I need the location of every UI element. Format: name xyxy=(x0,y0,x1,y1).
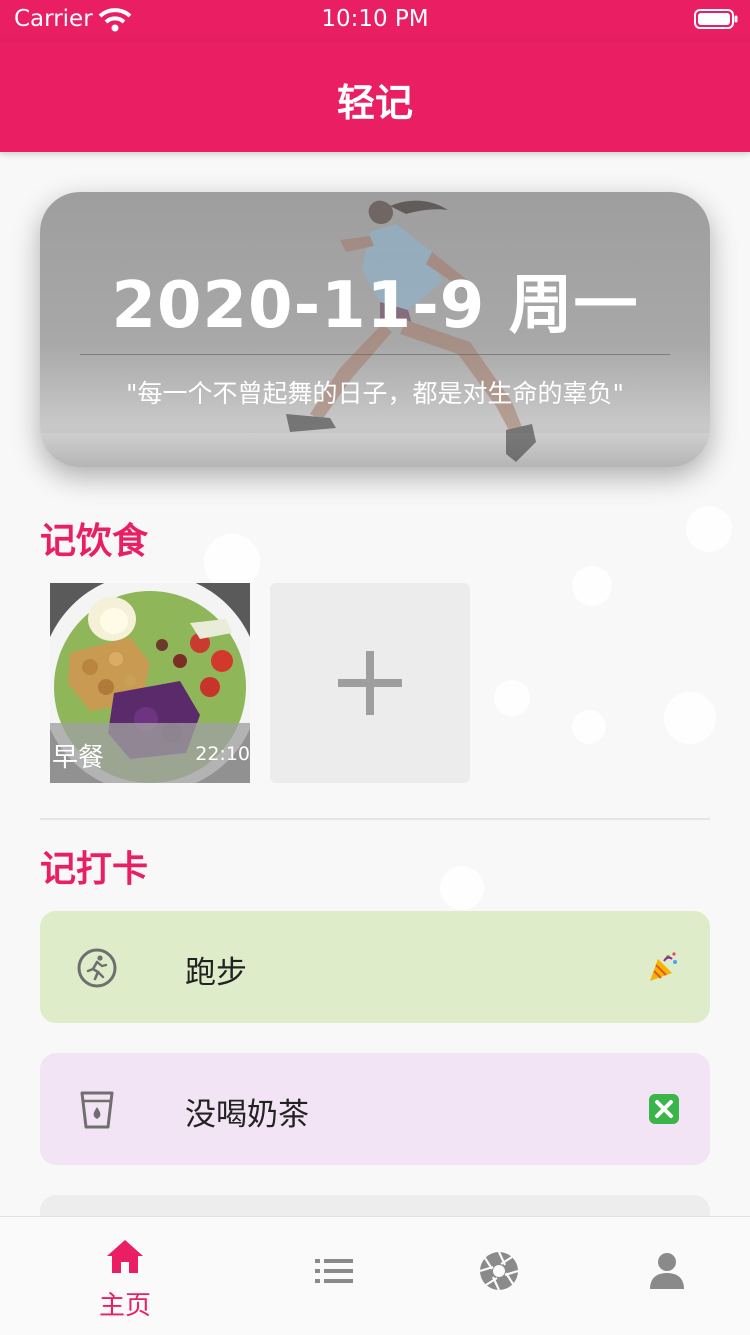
background-bubble xyxy=(686,506,732,552)
diet-section-title: 记饮食 xyxy=(40,521,149,562)
tab-bar: 主页 xyxy=(0,1216,750,1335)
tab-home-label: 主页 xyxy=(98,1291,151,1321)
camera-aperture-icon xyxy=(479,1251,519,1291)
background-bubble xyxy=(664,692,716,744)
battery-icon xyxy=(694,9,738,29)
person-icon xyxy=(650,1253,684,1289)
home-icon xyxy=(107,1240,143,1273)
tab-camera[interactable] xyxy=(416,1217,583,1335)
meal-card-breakfast[interactable]: 早餐 22:10 xyxy=(50,583,250,783)
tab-profile[interactable] xyxy=(583,1217,750,1335)
meal-time: 22:10 xyxy=(195,743,250,765)
section-divider xyxy=(40,818,710,820)
meal-name: 早餐 xyxy=(52,743,105,773)
cup-icon xyxy=(80,1091,114,1129)
running-icon xyxy=(77,948,117,988)
motto-quote: "每一个不曾起舞的日子，都是对生命的辜负" xyxy=(126,379,624,408)
checkin-label: 跑步 xyxy=(185,955,247,991)
tab-list[interactable] xyxy=(250,1217,416,1335)
party-popper-icon xyxy=(650,952,677,981)
status-time: 10:10 PM xyxy=(321,6,429,32)
page-title: 轻记 xyxy=(336,81,413,125)
tab-home[interactable]: 主页 xyxy=(0,1217,250,1335)
add-meal-button[interactable] xyxy=(270,583,470,783)
checkin-section-title: 记打卡 xyxy=(40,849,149,890)
background-bubble xyxy=(572,710,606,744)
plus-icon xyxy=(338,651,402,715)
banner-divider xyxy=(80,354,670,355)
list-icon xyxy=(315,1259,353,1283)
background-bubble xyxy=(440,866,484,910)
checkin-label: 没喝奶茶 xyxy=(185,1097,309,1133)
navigation-bar: 轻记 xyxy=(0,42,750,152)
checkin-item-no-milk-tea[interactable]: 没喝奶茶 xyxy=(40,1053,710,1165)
checkin-item-running[interactable]: 跑步 xyxy=(40,911,710,1023)
status-bar: Carrier 10:10 PM xyxy=(0,0,750,42)
meal-caption: 早餐 22:10 xyxy=(50,723,250,783)
background-bubble xyxy=(204,534,260,590)
background-bubble xyxy=(572,566,612,606)
cross-mark-icon xyxy=(649,1094,679,1124)
current-date: 2020-11-9 周一 xyxy=(111,269,639,343)
background-bubble xyxy=(494,680,530,716)
date-banner: 2020-11-9 周一 "每一个不曾起舞的日子，都是对生命的辜负" xyxy=(40,192,710,467)
